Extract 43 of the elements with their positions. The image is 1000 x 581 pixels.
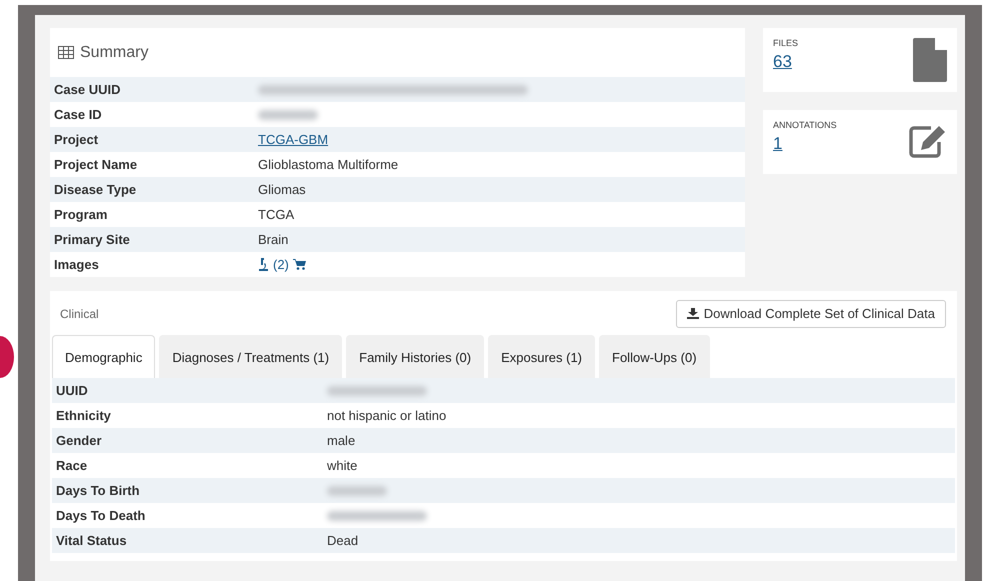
field-value: not hispanic or latino — [327, 408, 446, 423]
section-title: Clinical — [60, 306, 99, 320]
table-icon — [58, 46, 74, 59]
field-label: Case UUID — [53, 82, 122, 97]
download-button[interactable]: Download Complete Set of Clinical Data — [676, 300, 946, 328]
tab[interactable]: Family Histories (0) — [346, 335, 484, 378]
field-label: Days To Death — [55, 508, 146, 523]
field-label: Project — [53, 132, 100, 147]
field-label: Vital Status — [55, 533, 128, 548]
field-label: Gender — [55, 433, 103, 448]
project-link[interactable]: TCGA-GBM — [258, 132, 328, 147]
tab[interactable]: Follow-Ups (0) — [599, 335, 710, 378]
edit-icon — [909, 124, 947, 158]
count-link[interactable]: 63 — [773, 52, 792, 72]
field-value: Brain — [258, 232, 288, 247]
field-value: Glioblastoma Multiforme — [258, 157, 398, 172]
count-link[interactable]: 1 — [773, 134, 782, 154]
field-label: Days To Birth — [55, 483, 141, 498]
download-icon — [686, 308, 699, 319]
field-label: Case ID — [53, 107, 103, 122]
tab[interactable]: Exposures (1) — [488, 335, 596, 378]
field-label: Images — [53, 257, 100, 272]
microscope-icon[interactable] — [258, 258, 269, 271]
field-value: TCGA — [258, 207, 294, 222]
image-count[interactable]: (2) — [273, 257, 289, 272]
field-label: Race — [55, 458, 88, 473]
field-value: Dead — [327, 533, 358, 548]
cart-icon[interactable] — [292, 259, 306, 270]
tab[interactable]: Demographic — [52, 335, 156, 378]
field-label: Primary Site — [53, 232, 131, 247]
tab[interactable]: Diagnoses / Treatments (1) — [159, 335, 342, 378]
file-icon — [913, 38, 947, 82]
field-label: UUID — [55, 383, 89, 398]
field-value: male — [327, 433, 356, 448]
field-value: white — [327, 458, 358, 473]
count-label: FILES — [773, 38, 798, 48]
card-title: Summary — [80, 44, 148, 62]
field-label: Program — [53, 207, 108, 222]
count-label: ANNOTATIONS — [773, 120, 837, 130]
field-label: Ethnicity — [55, 408, 112, 423]
field-label: Disease Type — [53, 182, 138, 197]
field-value: Gliomas — [258, 182, 306, 197]
field-label: Project Name — [53, 157, 138, 172]
